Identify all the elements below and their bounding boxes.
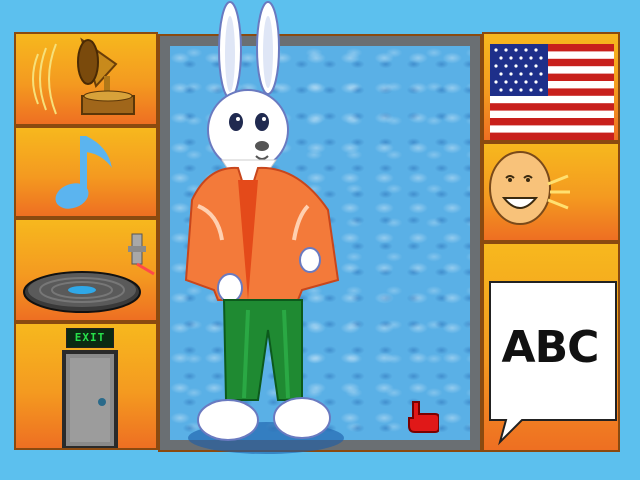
alphabet-button[interactable]: ABC [482,242,620,452]
record-player-button[interactable] [14,218,158,322]
language-button[interactable] [482,32,620,142]
pointing-hand-cursor [408,401,439,433]
talking-face-icon [489,151,570,225]
rabbit-character[interactable] [178,0,358,468]
abc-label: ABC [501,322,600,373]
music-note-icon [55,136,112,209]
phonograph-button[interactable] [14,32,158,126]
us-flag-icon [490,44,614,140]
door-icon [62,350,118,448]
turntable-icon [23,233,155,313]
music-button[interactable] [14,126,158,218]
exit-sign: EXIT [66,328,114,348]
speak-button[interactable] [482,142,620,242]
exit-button[interactable]: EXIT [14,322,158,450]
gramophone-icon [32,37,135,115]
